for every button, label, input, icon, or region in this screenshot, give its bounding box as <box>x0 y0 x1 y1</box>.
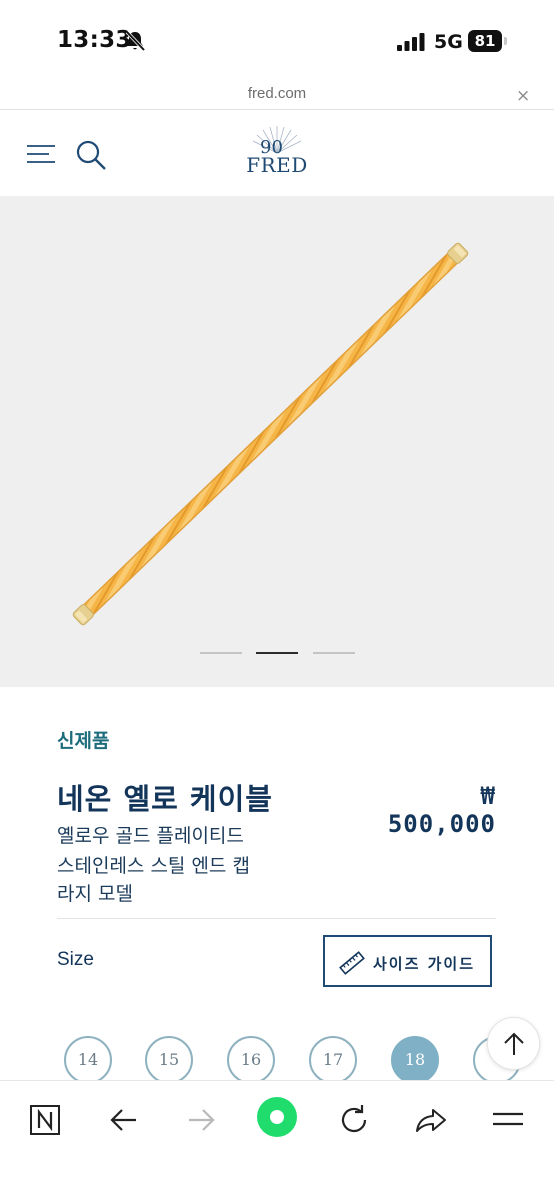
ruler-icon <box>339 951 365 975</box>
logo-text: FRED <box>246 153 308 177</box>
size-label: Size <box>57 949 94 970</box>
naver-home-icon[interactable] <box>26 1100 66 1140</box>
product-description-line: 옐로우 골드 플레이티드 <box>57 825 244 847</box>
bracelet-image <box>72 242 469 626</box>
forward-arrow-icon[interactable] <box>181 1100 221 1140</box>
url-bar[interactable]: fred.com × <box>0 82 554 110</box>
new-badge: 신제품 <box>57 730 110 752</box>
size-option-15[interactable]: 15 <box>145 1036 193 1084</box>
fred-logo[interactable]: 90 FRED <box>238 123 316 187</box>
back-arrow-icon[interactable] <box>104 1100 144 1140</box>
site-header: 90 FRED <box>0 111 554 196</box>
scroll-to-top-button[interactable] <box>487 1017 540 1070</box>
arrow-up-icon <box>504 1032 524 1055</box>
green-dot-button[interactable] <box>256 1096 298 1138</box>
size-guide-button[interactable]: 사이즈 가이드 <box>323 935 492 987</box>
battery-icon: 81 <box>468 30 508 52</box>
status-time: 13:33 <box>57 27 132 53</box>
browser-toolbar <box>0 1080 554 1200</box>
bell-muted-icon <box>125 30 146 52</box>
battery-level: 81 <box>468 30 502 52</box>
search-icon[interactable] <box>75 139 107 171</box>
carousel-dot-3[interactable] <box>313 652 355 654</box>
size-option-17[interactable]: 17 <box>309 1036 357 1084</box>
size-option-18[interactable]: 18 <box>391 1036 439 1084</box>
product-price: ₩ 500,000 <box>387 782 496 838</box>
refresh-icon[interactable] <box>334 1100 374 1140</box>
product-name: 네온 옐로 케이블 <box>57 782 273 816</box>
size-option-14[interactable]: 14 <box>64 1036 112 1084</box>
carousel-dot-2[interactable] <box>256 652 298 654</box>
logo-sunburst-icon: 90 <box>252 126 302 157</box>
cell-signal-icon <box>397 33 425 51</box>
size-option-16[interactable]: 16 <box>227 1036 275 1084</box>
menu-icon[interactable] <box>27 144 57 164</box>
close-icon[interactable]: × <box>516 86 530 106</box>
product-image-carousel[interactable] <box>0 196 554 687</box>
carousel-dot-1[interactable] <box>200 652 242 654</box>
menu-lines-icon[interactable] <box>488 1100 528 1140</box>
share-icon[interactable] <box>411 1100 451 1140</box>
url-text[interactable]: fred.com <box>0 85 554 102</box>
divider <box>57 918 496 919</box>
status-bar: 13:33 5G 81 <box>0 0 554 82</box>
size-guide-label: 사이즈 가이드 <box>373 955 476 973</box>
product-description-line: 라지 모델 <box>57 883 133 905</box>
product-description-line: 스테인레스 스틸 엔드 캡 <box>57 855 250 877</box>
carousel-indicators <box>0 652 554 656</box>
network-type: 5G <box>434 31 463 53</box>
